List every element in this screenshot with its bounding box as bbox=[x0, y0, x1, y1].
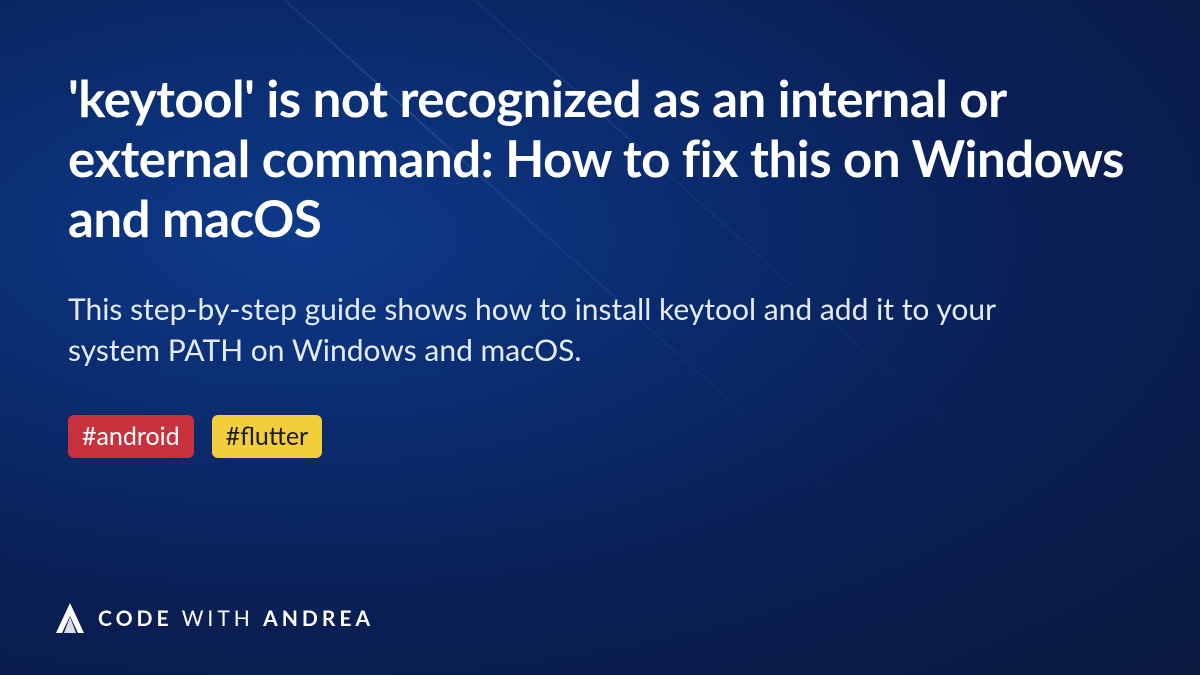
brand-logo-icon bbox=[56, 603, 84, 633]
tag-android: #android bbox=[68, 415, 194, 458]
tag-list: #android #flutter bbox=[68, 415, 1132, 458]
tag-flutter: #flutter bbox=[212, 415, 323, 458]
article-title: 'keytool' is not recognized as an intern… bbox=[68, 68, 1132, 249]
brand-footer: CODE WITH ANDREA bbox=[56, 603, 374, 633]
brand-wordmark: CODE WITH ANDREA bbox=[98, 606, 374, 631]
article-card: 'keytool' is not recognized as an intern… bbox=[68, 68, 1132, 458]
article-subtitle: This step-by-step guide shows how to ins… bbox=[68, 289, 1088, 372]
